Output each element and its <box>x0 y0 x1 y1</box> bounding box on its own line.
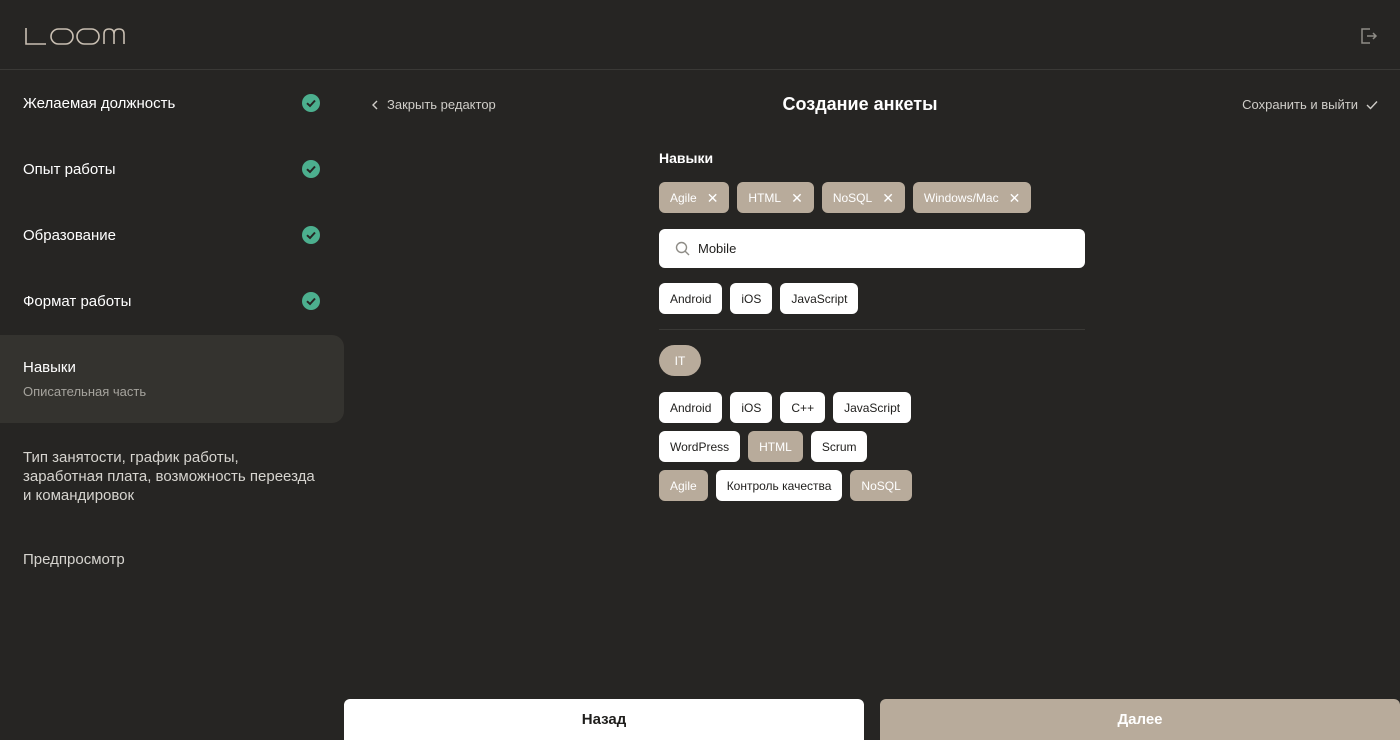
sidebar-item-label: Опыт работы <box>23 160 116 178</box>
selected-skill-chip[interactable]: Agile ✕ <box>659 182 730 213</box>
skill-chip-selected[interactable]: Agile <box>659 470 708 501</box>
chip-label: HTML <box>748 190 782 205</box>
sidebar: Желаемая должность Опыт работы Образован… <box>0 70 344 740</box>
skill-chip-selected[interactable]: NoSQL <box>850 470 912 501</box>
chevron-left-icon <box>372 100 378 109</box>
skill-chip[interactable]: Контроль качества <box>715 470 843 501</box>
next-button[interactable]: Далее <box>880 699 1400 740</box>
selected-skills: Agile ✕ HTML ✕ NoSQL ✕ Windows/Mac ✕ <box>659 182 1032 213</box>
logout-icon[interactable] <box>1358 26 1378 46</box>
close-editor-label: Закрыть редактор <box>387 97 496 112</box>
category-it-chip[interactable]: IT <box>659 345 701 376</box>
selected-skill-chip[interactable]: Windows/Mac ✕ <box>912 182 1032 213</box>
suggestion-chip[interactable]: Android <box>659 283 723 314</box>
skill-chip[interactable]: Scrum <box>810 431 868 462</box>
category-skills-row: Android iOS C++ JavaScript <box>659 392 912 423</box>
sidebar-item-label: Тип занятости, график работы, заработная… <box>23 449 315 504</box>
save-exit-label: Сохранить и выйти <box>1242 97 1358 112</box>
skill-chip[interactable]: Android <box>659 392 723 423</box>
sidebar-item-sublabel: Описательная часть <box>23 384 147 399</box>
search-suggestions: Android iOS JavaScript <box>659 283 859 314</box>
chip-label: Agile <box>670 190 697 205</box>
top-bar <box>0 0 1400 70</box>
check-icon <box>1366 100 1378 110</box>
suggestion-chip[interactable]: JavaScript <box>780 283 859 314</box>
check-circle-icon <box>302 160 320 178</box>
close-icon[interactable]: ✕ <box>882 191 894 205</box>
divider <box>659 329 1085 330</box>
selected-skill-chip[interactable]: NoSQL ✕ <box>821 182 905 213</box>
sidebar-item-work-format[interactable]: Формат работы <box>0 268 344 334</box>
check-circle-icon <box>302 226 320 244</box>
chip-label: Windows/Mac <box>923 190 999 205</box>
chip-label: NoSQL <box>832 190 873 205</box>
category-skills-row: Agile Контроль качества NoSQL <box>659 470 912 501</box>
sidebar-item-label: Навыки <box>23 359 76 376</box>
sidebar-item-label: Формат работы <box>23 292 132 310</box>
loom-logo[interactable] <box>24 24 130 48</box>
sidebar-item-experience[interactable]: Опыт работы <box>0 136 344 202</box>
skill-chip[interactable]: iOS <box>730 392 773 423</box>
section-title: Навыки <box>659 150 714 166</box>
skill-chip[interactable]: JavaScript <box>833 392 912 423</box>
save-exit-button[interactable]: Сохранить и выйти <box>1242 97 1378 112</box>
close-icon[interactable]: ✕ <box>1009 191 1021 205</box>
sidebar-item-preview[interactable]: Предпросмотр <box>0 550 344 569</box>
selected-skill-chip[interactable]: HTML ✕ <box>737 182 814 213</box>
sidebar-item-label: Предпросмотр <box>23 551 125 568</box>
sidebar-item-employment-terms[interactable]: Тип занятости, график работы, заработная… <box>0 448 320 505</box>
check-circle-icon <box>302 292 320 310</box>
skill-search-box[interactable] <box>659 229 1085 268</box>
category-skills-row: WordPress HTML Scrum <box>659 431 868 462</box>
close-icon[interactable]: ✕ <box>791 191 803 205</box>
close-icon[interactable]: ✕ <box>707 191 719 205</box>
skill-chip[interactable]: WordPress <box>659 431 741 462</box>
back-button[interactable]: Назад <box>344 699 864 740</box>
close-editor-link[interactable]: Закрыть редактор <box>371 97 496 112</box>
sidebar-item-label: Желаемая должность <box>23 94 176 112</box>
sidebar-item-education[interactable]: Образование <box>0 202 344 268</box>
check-circle-icon <box>302 94 320 112</box>
skill-chip[interactable]: C++ <box>780 392 826 423</box>
skill-search-input[interactable] <box>698 241 1058 256</box>
sidebar-item-label: Образование <box>23 226 116 244</box>
sidebar-item-skills[interactable]: Навыки Описательная часть <box>0 335 344 423</box>
search-icon <box>675 241 690 256</box>
suggestion-chip[interactable]: iOS <box>730 283 773 314</box>
skill-chip-selected[interactable]: HTML <box>748 431 803 462</box>
sidebar-item-desired-position[interactable]: Желаемая должность <box>0 70 344 136</box>
